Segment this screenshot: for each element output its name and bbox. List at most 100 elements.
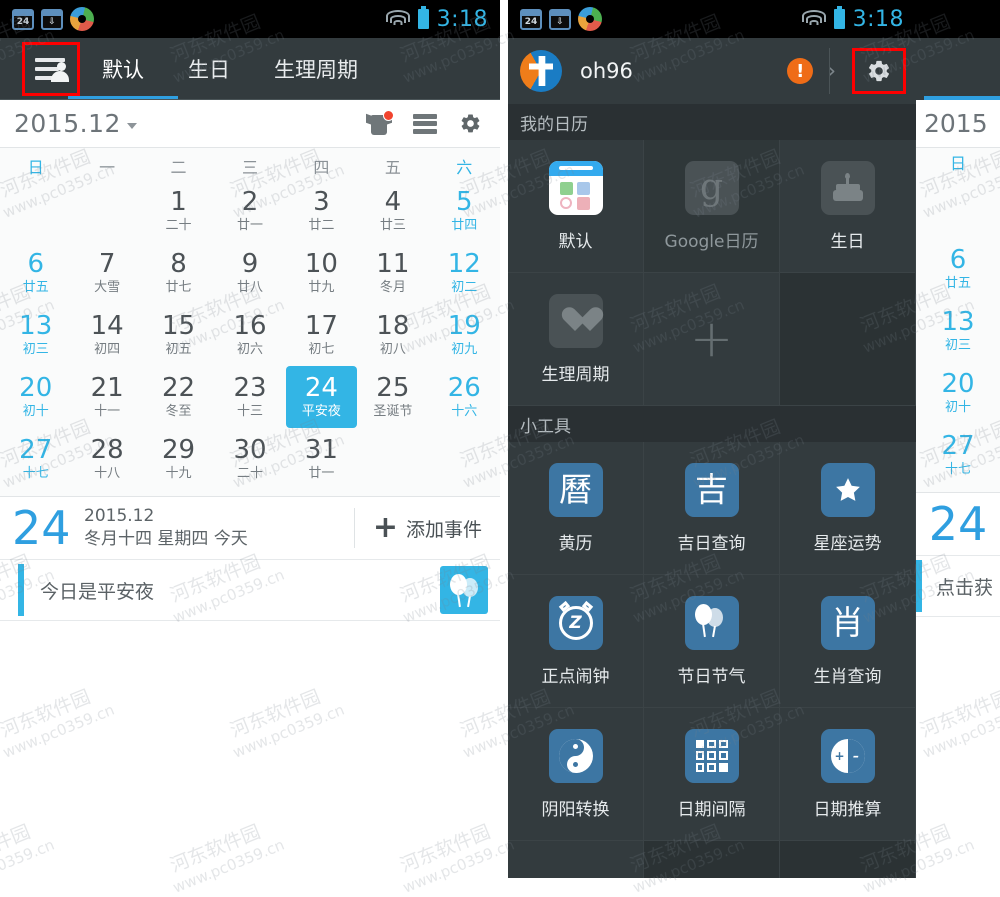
selected-day-month: 2015.12 (84, 506, 155, 526)
calendar-day-cell[interactable]: 5 廿四 (429, 180, 500, 242)
calendar-day-today[interactable]: 24 平安夜 (285, 366, 358, 428)
grid-item-生理周期[interactable]: 生理周期 (508, 273, 644, 406)
edge-day-cell[interactable]: 27 十七 (916, 424, 1000, 486)
grid-item-默认[interactable]: 默认 (508, 140, 644, 273)
tab-menstrual-cycle[interactable]: 生理周期 (252, 38, 380, 100)
calendar-day-lunar: 廿七 (165, 280, 192, 295)
settings-gear-icon[interactable] (459, 112, 482, 135)
edge-event-color-bar (916, 560, 922, 612)
edge-event-row[interactable]: 点击获 (916, 555, 1000, 617)
calendar-day-cell[interactable]: 6 廿五 (0, 242, 71, 304)
chevron-down-icon (126, 123, 137, 129)
edge-app-bar (916, 38, 1000, 100)
calendar-day-cell[interactable]: 17 初七 (286, 304, 357, 366)
grid-item-日期推算[interactable]: + – 日期推算 (780, 708, 916, 841)
grid-item-empty[interactable]: + (644, 273, 780, 406)
calendar-day-lunar: 十三 (236, 404, 263, 419)
tab-default[interactable]: 默认 (80, 38, 166, 100)
calendar-day-cell[interactable]: 23 十三 (214, 366, 285, 428)
edge-day-cell[interactable]: 13 初三 (916, 300, 1000, 362)
calendar-day-cell[interactable]: 27 十七 (0, 428, 71, 490)
calendar-day-cell[interactable]: 21 十一 (71, 366, 142, 428)
calendar-day-lunar: 十九 (165, 466, 192, 481)
calendar-day-number: 5 (456, 187, 473, 217)
selected-day-meta: 2015.12 冬月十四 星期四 今天 (84, 505, 248, 551)
event-list-item[interactable]: 今日是平安夜 (0, 559, 500, 621)
grid-item-label: 生肖查询 (813, 666, 882, 687)
calendar-day-lunar: 初九 (451, 342, 478, 357)
warning-exclamation-icon[interactable]: ! (787, 58, 814, 84)
calendar-day-cell[interactable]: 30 二十 (214, 428, 285, 490)
calendar-day-cell[interactable]: 9 廿八 (214, 242, 285, 304)
calendar-day-cell[interactable]: 13 初三 (0, 304, 71, 366)
balloons-icon (684, 595, 739, 650)
battery-icon (833, 6, 845, 29)
calendar-notification-badge: 24 (16, 16, 30, 27)
add-plus-icon[interactable]: + (690, 313, 734, 365)
calendar-day-lunar: 初三 (22, 342, 49, 357)
list-view-icon[interactable] (413, 113, 437, 134)
calendar-day-number: 14 (90, 311, 124, 341)
shirt-theme-icon[interactable] (366, 109, 394, 135)
weekday-header: 日一二三四五六 (0, 148, 500, 180)
grid-item-label: 正点闹钟 (541, 666, 610, 687)
calendar-day-lunar: 十八 (94, 466, 121, 481)
grid-item-吉日查询[interactable]: 吉吉日查询 (644, 442, 780, 575)
calendar-day-number: 2 (241, 187, 259, 217)
edge-day-number: 13 (941, 307, 975, 337)
grid-item-节日节气[interactable]: 节日节气 (644, 575, 780, 708)
grid-item-日期间隔[interactable]: 日期间隔 (644, 708, 780, 841)
calendar-day-lunar: 廿三 (379, 218, 406, 233)
grid-item-星座运势[interactable]: 星座运势 (780, 442, 916, 575)
edge-day-cell[interactable]: 6 廿五 (916, 238, 1000, 300)
calendar-day-number: 16 (233, 311, 267, 341)
grid-item-阴阳转换[interactable]: 阴阳转换 (508, 708, 644, 841)
calendar-day-cell[interactable]: 3 廿二 (286, 180, 357, 242)
settings-gear-icon (866, 58, 892, 84)
grid-item-黄历[interactable]: 曆黄历 (508, 442, 644, 575)
calendar-day-lunar: 十六 (451, 404, 478, 419)
edge-selected-day: 24 (916, 493, 1000, 555)
calendar-day-cell[interactable]: 19 初九 (429, 304, 500, 366)
account-bar[interactable]: oh96 ! › (508, 38, 916, 104)
calendar-day-cell[interactable]: 20 初十 (0, 366, 71, 428)
calendar-day-lunar: 冬月 (379, 280, 406, 295)
calendar-day-cell[interactable]: 16 初六 (214, 304, 285, 366)
calendar-day-cell[interactable]: 8 廿七 (143, 242, 214, 304)
calendar-day-cell[interactable]: 10 廿九 (286, 242, 357, 304)
calendar-day-lunar: 廿八 (236, 280, 263, 295)
calendar-day-cell[interactable]: 31 廿一 (286, 428, 357, 490)
edge-day-number: 27 (941, 431, 975, 461)
calendar-day-cell[interactable]: 22 冬至 (143, 366, 214, 428)
calendar-day-cell[interactable]: 4 廿三 (357, 180, 428, 242)
calendar-day-number: 22 (162, 373, 196, 403)
calendar-day-cell[interactable]: 15 初五 (143, 304, 214, 366)
calendar-day-cell[interactable]: 28 十八 (71, 428, 142, 490)
grid-item-empty[interactable]: 周 (508, 841, 644, 878)
grid-item-Google日历[interactable]: g Google日历 (644, 140, 780, 273)
calendar-day-cell[interactable]: 14 初四 (71, 304, 142, 366)
grid-item-生日[interactable]: 生日 (780, 140, 916, 273)
calendar-day-cell[interactable]: 2 廿一 (214, 180, 285, 242)
grid-item-label: Google日历 (664, 231, 759, 252)
tab-birthday[interactable]: 生日 (166, 38, 252, 100)
edge-day-cell[interactable]: 20 初十 (916, 362, 1000, 424)
calendar-day-cell[interactable]: 18 初八 (357, 304, 428, 366)
month-selector[interactable]: 2015.12 (14, 109, 137, 138)
calendar-day-cell[interactable]: 1 二十 (143, 180, 214, 242)
status-bar-left: 24 ⇩ 3:18 (0, 0, 500, 38)
calendar-day-cell[interactable]: 25 圣诞节 (357, 366, 428, 428)
birthday-cake-icon (820, 160, 875, 215)
drawer-settings-button[interactable] (852, 48, 906, 94)
grid-item-正点闹钟[interactable]: Z 正点闹钟 (508, 575, 644, 708)
calendar-day-cell[interactable]: 7 大雪 (71, 242, 142, 304)
calendar-day-cell[interactable]: 11 冬月 (357, 242, 428, 304)
calendar-day-cell[interactable]: 29 十九 (143, 428, 214, 490)
grid-item-label: 默认 (558, 231, 593, 252)
calendar-day-cell[interactable]: 26 十六 (429, 366, 500, 428)
grid-item-label: 黄历 (558, 533, 593, 554)
add-event-button[interactable]: + 添加事件 (355, 513, 486, 543)
calendar-day-cell[interactable]: 12 初二 (429, 242, 500, 304)
drawer-toggle-button[interactable] (22, 42, 80, 96)
grid-item-生肖查询[interactable]: 肖生肖查询 (780, 575, 916, 708)
